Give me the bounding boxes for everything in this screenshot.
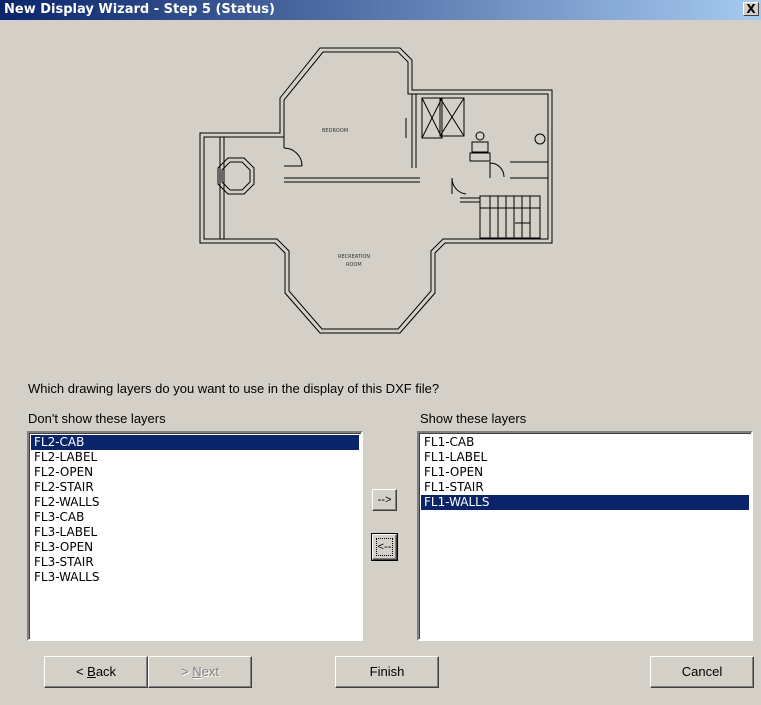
next-button[interactable]: > Next bbox=[148, 656, 252, 688]
layers-question: Which drawing layers do you want to use … bbox=[28, 381, 440, 396]
close-button[interactable]: X bbox=[743, 2, 759, 16]
back-button[interactable]: < Back bbox=[44, 656, 148, 688]
add-layer-button[interactable]: --> bbox=[372, 489, 397, 511]
hidden-layer-list-item[interactable]: FL2-STAIR bbox=[31, 480, 359, 495]
hidden-layer-list-item[interactable]: FL2-CAB bbox=[31, 435, 359, 450]
hidden-layer-list-item[interactable]: FL3-WALLS bbox=[31, 570, 359, 585]
room-label-bedroom: BEDROOM bbox=[322, 128, 348, 134]
title-bar: New Display Wizard - Step 5 (Status) X bbox=[0, 0, 761, 20]
shown-layers-listbox[interactable]: FL1-CAB FL1-LABEL FL1-OPEN FL1-STAIR FL1-WAL… bbox=[417, 431, 753, 641]
shown-layer-list-item[interactable]: FL1-WALLS bbox=[421, 495, 749, 510]
hidden-layers-listbox[interactable]: FL2-CAB FL2-LABEL FL2-OPEN FL2-STAIR FL2-WAL… bbox=[27, 431, 363, 641]
shown-layers-label: Show these layers bbox=[420, 411, 527, 426]
next-button-rest: ext bbox=[201, 664, 219, 679]
window-title: New Display Wizard - Step 5 (Status) bbox=[4, 2, 275, 17]
hidden-layers-label: Don't show these layers bbox=[28, 411, 166, 426]
hidden-layer-list-item[interactable]: FL2-LABEL bbox=[31, 450, 359, 465]
shown-layer-list-item[interactable]: FL1-STAIR bbox=[421, 480, 749, 495]
shown-layer-list-item[interactable]: FL1-OPEN bbox=[421, 465, 749, 480]
shown-layer-list-item[interactable]: FL1-LABEL bbox=[421, 450, 749, 465]
hidden-layer-list-item[interactable]: FL3-STAIR bbox=[31, 555, 359, 570]
remove-layer-button[interactable]: <-- bbox=[371, 533, 398, 561]
finish-button[interactable]: Finish bbox=[335, 656, 439, 688]
back-button-mnemonic: B bbox=[87, 664, 96, 679]
hidden-layer-list-item[interactable]: FL3-LABEL bbox=[31, 525, 359, 540]
hidden-layer-list-item[interactable]: FL2-WALLS bbox=[31, 495, 359, 510]
next-button-prefix: > bbox=[181, 664, 193, 679]
shown-layer-list-item[interactable]: FL1-CAB bbox=[421, 435, 749, 450]
room-label-recreation-room: ROOM bbox=[346, 262, 362, 268]
back-button-prefix: < bbox=[75, 664, 88, 679]
floor-plan-preview: BEDROOM RECREATION ROOM bbox=[199, 47, 553, 334]
back-button-rest: ack bbox=[95, 664, 117, 679]
remove-layer-button-label: <-- bbox=[373, 535, 396, 559]
hidden-layer-list-item[interactable]: FL3-OPEN bbox=[31, 540, 359, 555]
cancel-button[interactable]: Cancel bbox=[650, 656, 754, 688]
hidden-layer-list-item[interactable]: FL2-OPEN bbox=[31, 465, 359, 480]
hidden-layer-list-item[interactable]: FL3-CAB bbox=[31, 510, 359, 525]
room-label-recreation: RECREATION bbox=[338, 254, 370, 260]
next-button-mnemonic: N bbox=[192, 664, 202, 679]
